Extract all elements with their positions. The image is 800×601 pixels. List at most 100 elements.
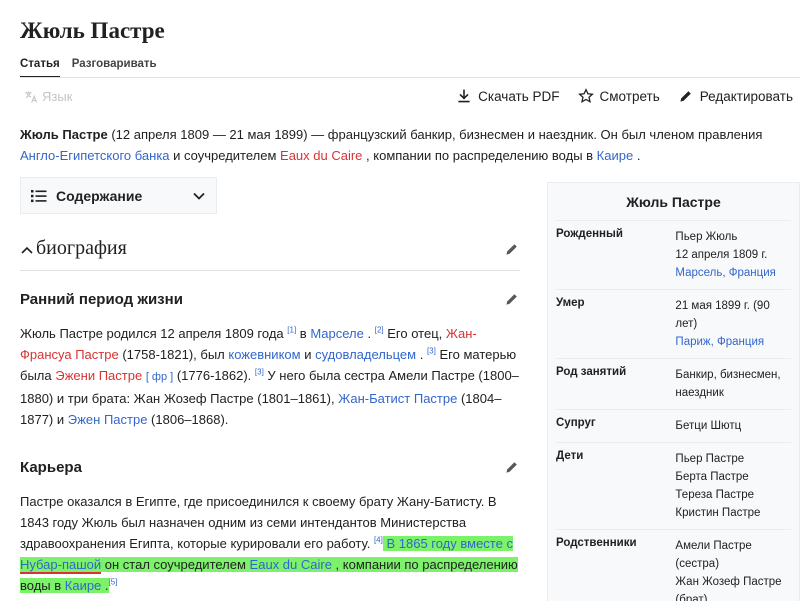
paragraph-text: . [363,326,375,341]
career-paragraph: Пастре оказался в Египте, где присоедини… [20,491,520,596]
infobox-line: 21 мая 1899 г. (90 [675,300,770,312]
infobox-line: Пьер Пастре [675,453,745,465]
download-pdf-button[interactable]: Скачать PDF [456,88,560,104]
chevron-down-icon [193,192,205,200]
reference-link[interactable]: [5] [109,578,118,587]
lead-text: (12 апреля 1809 — 21 мая 1899) — француз… [107,127,763,142]
infobox-line: Бетци Шютц [675,420,742,432]
infobox-value: Пьер Пастре Берта Пастре Тереза Пастре К… [675,450,791,522]
paragraph-text: в [296,326,311,341]
lead-text: , компании по распределению воды в [362,148,597,163]
section-heading-biography[interactable]: биография [20,237,520,271]
highlighted-text: В 1865 году вместе с [382,536,513,551]
infobox-line: лет) [675,318,698,330]
infobox-line: 12 апреля 1809 г. [675,249,768,261]
highlighted-text: он стал соучредителем [101,557,250,572]
infobox-line: (сестра) [675,558,720,570]
infobox-row-died: Умер 21 мая 1899 г. (90 лет) Париж, Фран… [556,289,791,358]
infobox-label: Родственники [556,537,637,549]
link-shipowner[interactable]: судовладельцем [315,347,416,362]
link-eugene[interactable]: Эжен Пастре [68,412,148,427]
infobox-value: 21 мая 1899 г. (90 лет) Париж, Франция [675,297,791,351]
link-eaux-du-caire[interactable]: Eaux du Caire [280,148,362,163]
subsection-heading-career: Карьера [20,459,520,476]
pencil-icon [680,91,691,102]
infobox-row-occupation: Род занятий Банкир, бизнесмен, наездник [556,358,791,409]
subsection-title: Ранний период жизни [20,291,183,308]
download-icon [458,89,470,103]
link-jean-baptiste[interactable]: Жан-Батист Пастре [338,391,457,406]
infobox-label: Умер [556,297,585,309]
reference-link[interactable]: [3] [427,347,436,356]
infobox-label: Рожденный [556,228,623,240]
reference-link[interactable]: [4] [374,536,383,545]
infobox-value: Амели Пастре (сестра) Жан Жозеф Пастре (… [675,537,791,601]
link-eaux-du-caire[interactable]: Eaux du Caire [249,557,332,572]
watch-button[interactable]: Смотреть [577,88,660,104]
watch-label: Смотреть [599,88,660,104]
tab-article[interactable]: Статья [20,58,60,78]
link-deathplace[interactable]: Париж, Франция [675,336,764,348]
infobox-value: Банкир, бизнесмен, наездник [675,366,791,402]
language-button[interactable]: Язык [24,89,72,104]
list-icon [31,189,47,202]
edit-button[interactable]: Редактировать [678,88,793,104]
link-mother[interactable]: Эжени Пастре [55,368,142,383]
infobox-value: Пьер Жюль 12 апреля 1809 г. Марсель, Фра… [675,228,791,282]
contents-label: Содержание [56,187,143,204]
tab-talk[interactable]: Разговаривать [72,58,157,78]
infobox-line: Берта Пастре [675,471,749,483]
paragraph-text: (1758-1821), был [118,347,229,362]
edit-label: Редактировать [699,88,793,104]
download-pdf-label: Скачать PDF [478,88,560,104]
contents-button[interactable]: Содержание [20,177,217,214]
edit-section-icon[interactable] [504,459,520,475]
early-life-paragraph: Жюль Пастре родился 12 апреля 1809 года … [20,323,520,430]
infobox-row-born: Рожденный Пьер Жюль 12 апреля 1809 г. Ма… [556,220,791,289]
infobox-row-spouse: Супруг Бетци Шютц [556,409,791,442]
chevron-up-icon [21,246,33,254]
paragraph-text: и [300,347,316,362]
star-icon [577,88,594,104]
infobox-line: наездник [675,387,724,399]
lead-name: Жюль Пастре [20,127,108,142]
infobox-line: Амели Пастре [675,540,752,552]
infobox-line: Пьер Жюль [675,231,738,243]
infobox-line: (брат) [675,594,708,601]
link-birthplace[interactable]: Марсель, Франция [675,267,775,279]
link-marseille[interactable]: Марселе [310,326,364,341]
link-anglo-egyptian-bank[interactable]: Англо-Египетского банка [20,148,170,163]
highlighted-text: . [101,578,109,593]
infobox-label: Дети [556,450,584,462]
translate-icon [25,90,38,103]
reference-link[interactable]: [2] [375,326,384,335]
tab-divider [20,77,800,78]
page-title: Жюль Пастре [20,18,165,43]
link-cairo[interactable]: Каире [64,578,102,593]
infobox-label: Супруг [556,417,596,429]
reference-link[interactable]: [3] [255,368,264,377]
page-actions: Скачать PDF Смотреть Редактировать [456,88,793,104]
link-tanner[interactable]: кожевником [228,347,300,362]
section-title-biography: биография [36,237,127,259]
link-nubar-pasha[interactable]: Нубар-пашой [20,557,102,574]
language-label: Язык [42,89,73,104]
paragraph-text: Жюль Пастре родился 12 апреля 1809 года [20,326,288,341]
infobox: Жюль Пастре Рожденный Пьер Жюль 12 апрел… [547,182,800,601]
edit-section-icon[interactable] [504,241,520,257]
paragraph-text: (1806–1868). [147,412,229,427]
paragraph-text: . [416,347,427,362]
lead-text: . [633,148,641,163]
paragraph-text: (1776-1862). [173,368,255,383]
infobox-row-relatives: Родственники Амели Пастре (сестра) Жан Ж… [556,529,791,601]
link-french-wiki[interactable]: [ фр ] [146,371,173,383]
lead-text: и соучредителем [169,148,281,163]
infobox-value: Бетци Шютц [675,417,791,435]
lead-paragraph: Жюль Пастре (12 апреля 1809 — 21 мая 189… [20,124,790,166]
reference-link[interactable]: [1] [287,326,296,335]
edit-section-icon[interactable] [504,291,520,307]
link-cairo[interactable]: Каире [597,148,634,163]
infobox-line: Банкир, бизнесмен, [675,369,781,381]
subsection-heading-early-life: Ранний период жизни [20,291,520,308]
infobox-line: Кристин Пастре [675,507,761,519]
